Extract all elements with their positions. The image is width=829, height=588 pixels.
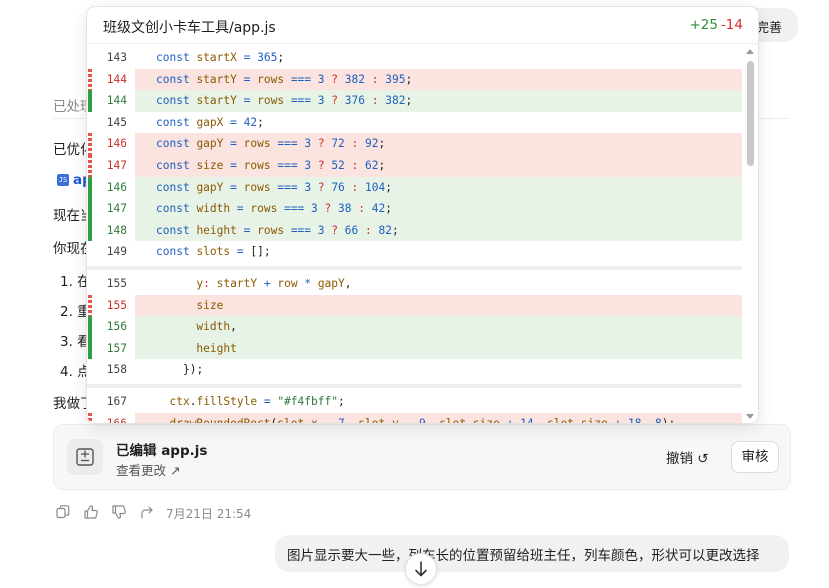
thumbs-down-icon[interactable] [111, 504, 127, 520]
diff-scrollbar[interactable] [746, 43, 755, 423]
diff-preview-popup[interactable]: 班级文创小卡车工具/app.js +25 -14 143 const startX… [86, 6, 759, 424]
diff-line: 155 size [87, 294, 742, 317]
removed-line-highlight [135, 294, 742, 317]
code-text: ctx.fillStyle = "#f4fbff"; [169, 395, 345, 408]
line-number: 157 [106, 341, 127, 355]
line-number: 149 [106, 245, 127, 259]
diff-line: 156 width, [87, 316, 742, 338]
lines-added-count: +25 [689, 17, 719, 33]
diff-line: 148 const height = rows === 3 ? 66 : 82; [87, 219, 742, 242]
diff-file-icon [67, 439, 103, 475]
code-text: const slots = []; [156, 245, 271, 259]
scroll-up-arrow-icon[interactable] [746, 49, 754, 54]
share-icon[interactable] [139, 504, 155, 520]
review-button[interactable]: 审核 [731, 441, 779, 473]
diff-line: 144 const startY = rows === 3 ? 376 : 382… [87, 90, 742, 112]
edited-file-title: 已编辑 app.js [116, 443, 208, 459]
diff-line: 146 const gapY = rows === 3 ? 72 : 92; [87, 133, 742, 155]
diff-code-area[interactable]: 143 const startX = 365; 144 const startY = … [87, 43, 742, 423]
diff-line: 143 const startX = 365; [87, 47, 742, 69]
code-text: height [196, 341, 237, 355]
edited-file-card[interactable]: 已编辑 app.js 查看更改 ↗ 撤销 ↺ 审核 [53, 424, 791, 490]
code-text: const startY = rows === 3 ? 376 : 382; [156, 94, 413, 108]
diff-line: 155 y: startY + row * gapY, [87, 273, 742, 295]
code-text: const startX = 365; [156, 51, 285, 64]
line-number: 156 [106, 320, 127, 334]
hunk-separator [87, 266, 742, 270]
diff-line: 167 ctx.fillStyle = "#f4fbff"; [87, 391, 742, 413]
view-changes-link[interactable]: 查看更改 ↗ [116, 460, 180, 479]
scroll-to-bottom-button[interactable] [405, 553, 437, 585]
diff-line: 144 const startY = rows === 3 ? 382 : 395… [87, 68, 742, 91]
line-number: 166 [106, 416, 127, 424]
line-number: 145 [106, 115, 127, 129]
diff-line: 147 const size = rows === 3 ? 52 : 62; [87, 155, 742, 177]
line-number: 158 [106, 363, 127, 377]
diff-header: 班级文创小卡车工具/app.js +25 -14 [87, 7, 758, 44]
file-path: 班级文创小卡车工具/app.js [103, 20, 276, 36]
lines-removed-count: -14 [720, 17, 743, 33]
line-number: 147 [106, 202, 127, 216]
code-text: const width = rows === 3 ? 38 : 42; [156, 202, 393, 216]
diff-line: 145 const gapX = 42; [87, 112, 742, 134]
code-text: const gapY = rows === 3 ? 72 : 92; [156, 137, 386, 151]
hunk-separator [87, 384, 742, 388]
message-timestamp: 7月21日 21:54 [166, 507, 252, 521]
line-number: 147 [106, 159, 127, 172]
user-message-bubble: 图片显示要大一些，列车长的位置预留给班主任，列车颜色，形状可以更改选择 [275, 535, 789, 572]
code-text: width, [196, 320, 237, 334]
line-number: 143 [106, 51, 127, 64]
copy-icon[interactable] [55, 504, 71, 520]
diff-line: 157 height [87, 337, 742, 360]
diff-line: 149 const slots = []; [87, 241, 742, 263]
diff-line: 166 drawRoundedRect(slot.x - 7, slot.y -… [87, 412, 742, 424]
code-text: y: startY + row * gapY, [196, 277, 352, 290]
code-text: const gapY = rows === 3 ? 76 : 104; [156, 180, 393, 194]
diff-line: 147 const width = rows === 3 ? 38 : 42; [87, 198, 742, 220]
undo-button[interactable]: 撤销 ↺ [666, 447, 709, 467]
scrollbar-thumb[interactable] [747, 61, 754, 166]
previous-user-message-text: 完善 [756, 21, 783, 36]
thumbs-up-icon[interactable] [83, 504, 99, 520]
code-text: const size = rows === 3 ? 52 : 62; [156, 159, 386, 172]
code-text: const height = rows === 3 ? 66 : 82; [156, 223, 399, 237]
code-text: drawRoundedRect(slot.x - 7, slot.y - 9, … [169, 416, 676, 424]
scroll-down-arrow-icon[interactable] [746, 414, 754, 419]
user-message-text: 图片显示要大一些，列车长的位置预留给班主任，列车颜色，形状可以更改选择 [287, 548, 760, 564]
diff-line: 146 const gapY = rows === 3 ? 76 : 104; [87, 176, 742, 199]
line-number: 146 [106, 180, 127, 194]
code-text: size [196, 298, 224, 312]
js-file-icon: JS [57, 174, 69, 186]
code-text: const gapX = 42; [156, 115, 264, 129]
line-number: 148 [106, 223, 127, 237]
line-number: 144 [106, 72, 127, 86]
code-text: const startY = rows === 3 ? 382 : 395; [156, 72, 413, 86]
line-number: 144 [106, 94, 127, 108]
line-number: 146 [106, 137, 127, 151]
diff-line: 158 }); [87, 359, 742, 381]
arrow-down-icon [415, 561, 427, 577]
line-number: 167 [106, 395, 127, 408]
line-number: 155 [106, 277, 127, 290]
line-number: 155 [106, 298, 127, 312]
code-text: }); [182, 363, 204, 377]
